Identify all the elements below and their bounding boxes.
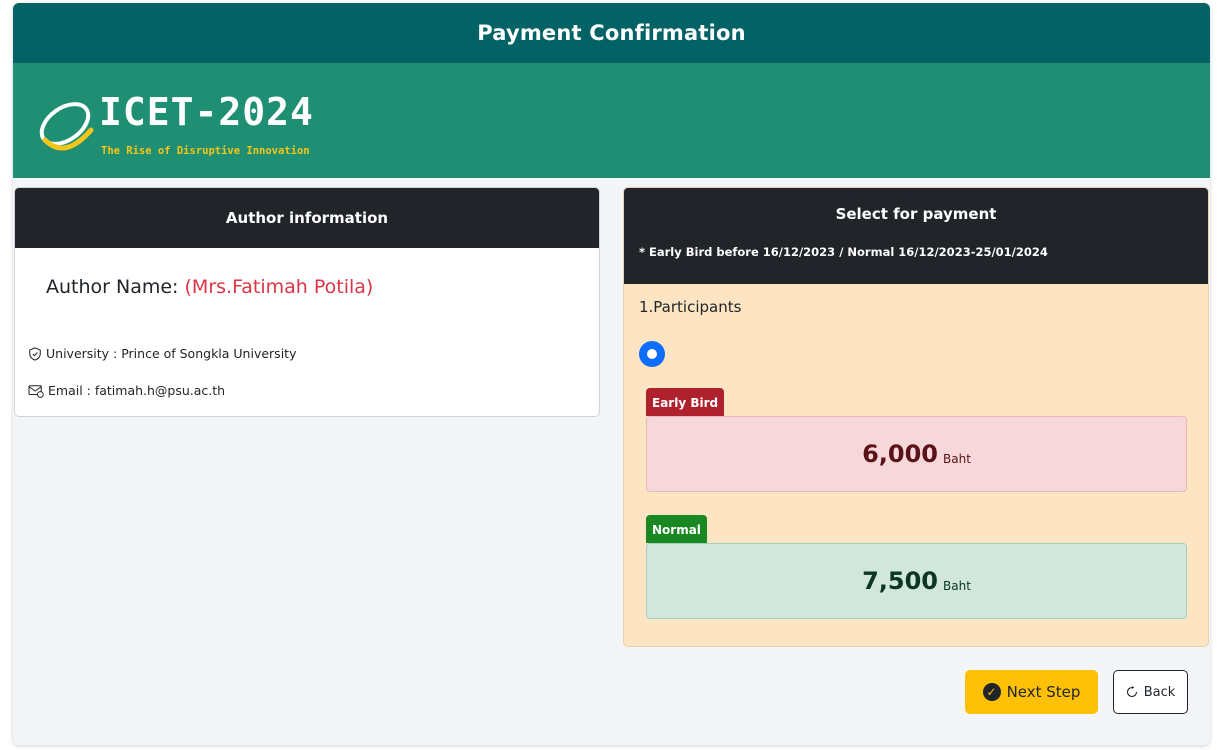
next-step-label: Next Step <box>1006 683 1081 701</box>
next-step-button[interactable]: ✓ Next Step <box>965 670 1098 714</box>
email-text: Email : fatimah.h@psu.ac.th <box>48 383 226 398</box>
envelope-check-icon <box>28 384 44 398</box>
normal-price-box: 7,500 Baht <box>646 543 1187 619</box>
author-info-card: Author information Author Name: (Mrs.Fat… <box>14 187 600 417</box>
back-label: Back <box>1143 684 1176 700</box>
university-text: University : Prince of Songkla Universit… <box>46 346 297 361</box>
author-name-label: Author Name: <box>46 276 179 298</box>
shield-icon <box>29 346 41 361</box>
participants-label: 1.Participants <box>639 298 742 316</box>
payment-select-card: Select for payment * Early Bird before 1… <box>623 187 1209 647</box>
payment-page: Payment Confirmation ICET-2024 The Rise … <box>13 3 1210 745</box>
early-bird-unit: Baht <box>943 452 971 466</box>
author-card-header: Author information <box>15 188 599 248</box>
author-name: Author Name: (Mrs.Fatimah Potila) <box>46 276 373 298</box>
conference-logo: ICET-2024 The Rise of Disruptive Innovat… <box>35 90 335 162</box>
page-title: Payment Confirmation <box>477 21 746 45</box>
early-bird-price-box: 6,000 Baht <box>646 416 1187 492</box>
check-circle-icon: ✓ <box>982 683 1001 701</box>
email-row: Email : fatimah.h@psu.ac.th <box>28 383 225 398</box>
author-card-title: Author information <box>225 209 389 227</box>
conference-banner: ICET-2024 The Rise of Disruptive Innovat… <box>13 63 1210 178</box>
normal-tag: Normal <box>646 515 707 543</box>
back-button[interactable]: Back <box>1113 670 1188 714</box>
logo-tagline: The Rise of Disruptive Innovation <box>101 145 310 157</box>
early-bird-tag: Early Bird <box>646 388 725 416</box>
author-name-value: (Mrs.Fatimah Potila) <box>184 276 374 298</box>
university-row: University : Prince of Songkla Universit… <box>28 346 296 361</box>
logo-text: ICET-2024 <box>99 90 314 134</box>
payment-card-header: Select for payment * Early Bird before 1… <box>624 188 1208 284</box>
payment-card-title: Select for payment <box>835 205 997 223</box>
normal-unit: Baht <box>943 579 971 593</box>
participants-radio[interactable] <box>639 341 665 367</box>
normal-amount: 7,500 <box>862 567 938 595</box>
refresh-icon <box>1126 686 1137 698</box>
orbit-logo-icon <box>39 102 94 151</box>
early-bird-amount: 6,000 <box>862 440 938 468</box>
page-header: Payment Confirmation <box>13 3 1210 63</box>
payment-date-note: * Early Bird before 16/12/2023 / Normal … <box>639 245 1048 259</box>
